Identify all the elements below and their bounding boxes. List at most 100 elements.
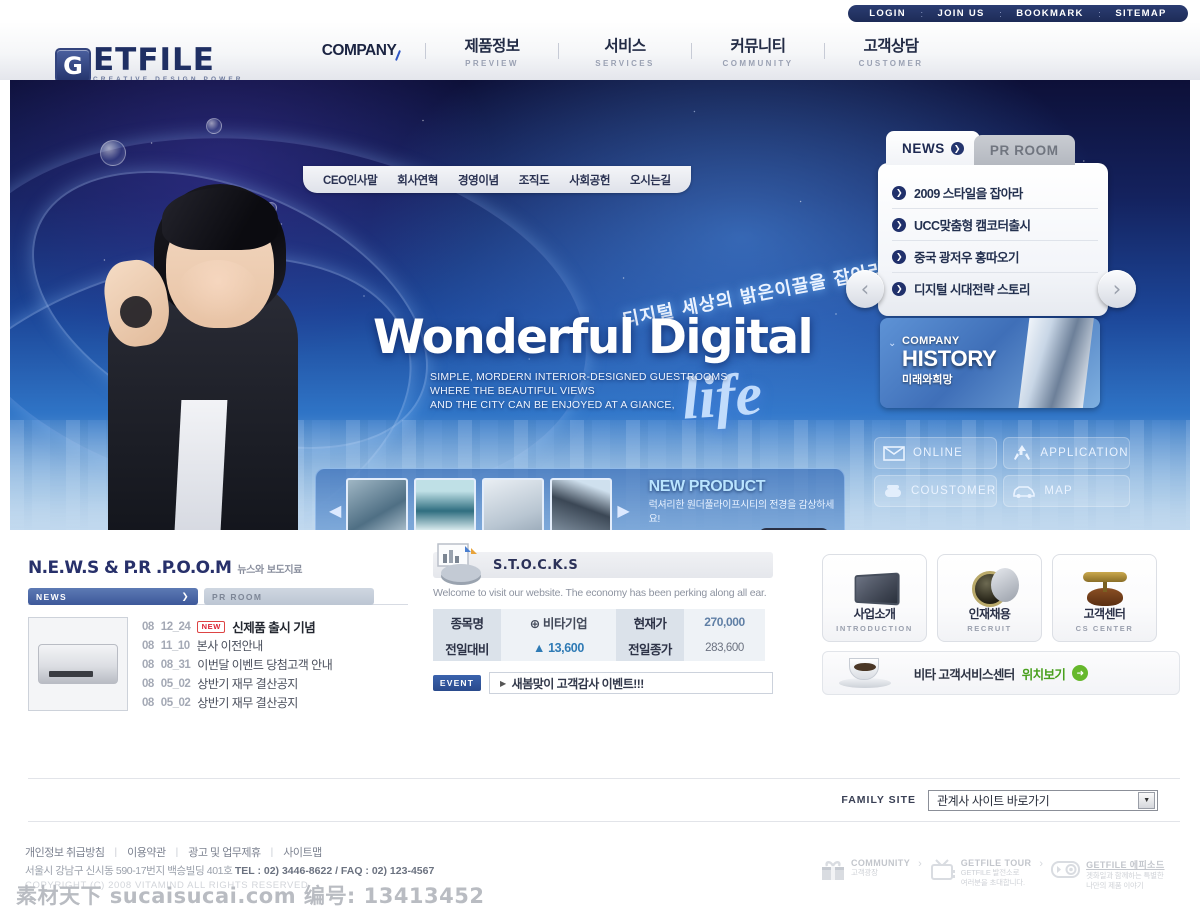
family-site-bar: FAMILY SITE 관계사 사이트 바로가기 ▼: [28, 778, 1180, 822]
new-product-prev-icon[interactable]: ◀: [324, 501, 346, 521]
news-item-year: 08: [142, 620, 154, 633]
news-item-text: 디지털 시대전략 스토리: [914, 283, 1030, 297]
news-panel-tab-news[interactable]: NEWS ❯: [886, 131, 980, 165]
footer-links: 개인정보 취급방침 | 이용약관 | 광고 및 업무제휴 | 사이트맵: [25, 844, 322, 860]
hero-quicklinks: ONLINE APPLICATION COUSTOMER MAP: [874, 437, 1130, 507]
stocks-value-name: ⊕ 비타기업: [501, 609, 616, 635]
stocks-table-row: 종목명 ⊕ 비타기업 현재가 270,000: [433, 609, 765, 635]
hero-prev-button[interactable]: ‹: [846, 270, 884, 308]
site-header: G ETFILE CREATIVE DESIGN POWER COMPANY 제…: [0, 22, 1200, 83]
main-content: N.E.W.S & P.R .P.O.O.M 뉴스와 보도지료 NEWS ❯ PR…: [0, 543, 1200, 778]
news-item-title: 상반기 재무 결산공지: [197, 677, 298, 691]
quicklink-coustomer[interactable]: COUSTOMER: [874, 475, 998, 507]
compass-icon: [938, 567, 1041, 611]
quick-card-label-en: CS CENTER: [1075, 624, 1134, 633]
service-center-banner[interactable]: 비타 고객서비스센터 위치보기 ➜: [822, 651, 1180, 696]
footer-promo-line-1: 고객광장: [851, 868, 878, 877]
nav-item-company[interactable]: COMPANY: [295, 42, 423, 61]
event-row: EVENT ▶ 새봄맞이 고객감사 이벤트!!!: [433, 672, 773, 694]
news-pr-tab-news[interactable]: NEWS ❯: [28, 588, 198, 605]
subnav-item-ceo-greeting[interactable]: CEO인사말: [323, 172, 378, 188]
news-panel-item[interactable]: ❯ 중국 광저우 홍따오기: [892, 241, 1098, 273]
history-card-big-label: HISTORY: [902, 346, 997, 371]
footer-link-separator: |: [114, 846, 118, 858]
stocks-label-prev-close: 전일종가: [615, 635, 684, 661]
new-product-next-icon[interactable]: ▶: [612, 501, 634, 521]
hero-next-button[interactable]: ›: [1098, 270, 1136, 308]
news-panel-item[interactable]: ❯ 2009 스타일을 잡아라: [892, 177, 1098, 209]
subnav-item-directions[interactable]: 오시는길: [630, 172, 671, 188]
product-thumbnail[interactable]: [414, 478, 477, 530]
global-navigation: COMPANY 제품정보 PREVIEW 서비스 SERVICES 커뮤니티 C…: [295, 22, 955, 80]
new-product-thumbnails: [346, 478, 613, 530]
product-thumbnail[interactable]: [550, 478, 613, 530]
nav-item-community[interactable]: 커뮤니티 COMMUNITY: [694, 34, 822, 68]
site-logo[interactable]: G ETFILE CREATIVE DESIGN POWER: [55, 45, 244, 83]
new-product-strip: ◀ ▶ NEW PRODUCT 럭셔리한 원더풀라이프시티의 전경을 감상하세요…: [315, 468, 845, 530]
arrow-right-icon: ➜: [1072, 665, 1089, 681]
utility-link-join-us[interactable]: JOIN US: [938, 8, 985, 19]
sub-navigation: CEO인사말 회사연혁 경영이념 조직도 사회공헌 오시는길: [303, 166, 691, 193]
quick-card-recruit[interactable]: 인재채용 RECRUIT: [937, 554, 1042, 642]
news-item-date: 05_02: [160, 696, 191, 709]
new-product-go-button[interactable]: — GO: [758, 528, 830, 530]
subnav-item-social-contribution[interactable]: 사회공헌: [569, 172, 610, 188]
footer-promo-community[interactable]: COMMUNITY 고객광장: [820, 858, 910, 882]
utility-link-sitemap[interactable]: SITEMAP: [1115, 8, 1166, 19]
news-panel-item[interactable]: ❯ UCC맞춤형 캠코터출시: [892, 209, 1098, 241]
news-list-item[interactable]: 08 08_31 이번달 이벤트 당첨고객 안내: [142, 655, 408, 674]
device-icon: [823, 567, 926, 611]
subnav-item-management-philosophy[interactable]: 경영이념: [458, 172, 499, 188]
news-item-date: 11_10: [160, 639, 190, 652]
news-list-item[interactable]: 08 12_24 NEW 신제품 출시 기념: [142, 617, 408, 636]
news-item-year: 08: [142, 658, 154, 671]
telephone-icon: [885, 485, 901, 497]
chevron-right-icon: ❯: [181, 591, 190, 601]
utility-link-bookmark[interactable]: BOOKMARK: [1016, 8, 1083, 19]
news-pr-tab-pr-room[interactable]: PR ROOM: [204, 588, 374, 605]
nav-label-ko: 제품정보: [464, 38, 520, 55]
company-history-card[interactable]: ⌄ COMPANY HISTORY 미래와희망: [880, 318, 1100, 408]
event-badge: EVENT: [433, 675, 481, 691]
product-thumbnail[interactable]: [346, 478, 409, 530]
footer-link-privacy[interactable]: 개인정보 취급방침: [25, 844, 105, 860]
tv-icon: [930, 859, 955, 880]
tab-label: NEWS: [36, 591, 68, 602]
nav-item-product-info[interactable]: 제품정보 PREVIEW: [428, 34, 556, 68]
event-text: 새봄맞이 고객감사 이벤트!!!: [511, 676, 645, 691]
event-banner[interactable]: ▶ 새봄맞이 고객감사 이벤트!!!: [489, 672, 773, 694]
footer-link-advertising[interactable]: 광고 및 업무제휴: [188, 844, 261, 860]
news-panel-tab-pr-room[interactable]: PR ROOM: [973, 135, 1075, 165]
subnav-item-org-chart[interactable]: 조직도: [519, 172, 550, 188]
subnav-item-company-history[interactable]: 회사연혁: [397, 172, 438, 188]
news-list-item[interactable]: 08 05_02 상반기 재무 결산공지: [142, 693, 408, 712]
footer-promo-getfile-tour[interactable]: GETFILE TOUR GETFILE 발전소로 여러분을 초대합니다.: [930, 858, 1032, 888]
footer-promo-title: GETFILE 에피소드: [1086, 858, 1164, 871]
news-panel-item[interactable]: ❯ 디지털 시대전략 스토리: [892, 273, 1098, 304]
quicklink-map[interactable]: MAP: [1003, 475, 1130, 507]
telephone-body: [1082, 572, 1127, 606]
stocks-label-current-price: 현재가: [615, 609, 684, 635]
quick-card-cs-center[interactable]: 고객센터 CS CENTER: [1052, 554, 1157, 642]
triangle-right-icon: ▶: [500, 678, 506, 688]
history-card-text: COMPANY HISTORY 미래와희망: [902, 335, 997, 387]
new-product-title: NEW PRODUCT: [648, 478, 766, 495]
news-thumbnail[interactable]: [28, 617, 128, 711]
chevron-down-icon: ▼: [1138, 791, 1155, 809]
family-site-select[interactable]: 관계사 사이트 바로가기 ▼: [928, 789, 1158, 811]
stocks-company: 비타기업: [542, 616, 588, 631]
footer-promo-getfile-episode[interactable]: GETFILE 에피소드 겟화일과 함께하는 특별한 나만의 제품 이야기: [1051, 858, 1164, 891]
quicklink-online[interactable]: ONLINE: [874, 437, 998, 469]
news-list-item[interactable]: 08 11_10 본사 이전안내: [142, 636, 408, 655]
nav-item-customer[interactable]: 고객상담 CUSTOMER: [827, 34, 955, 68]
footer-link-terms[interactable]: 이용약관: [127, 844, 166, 860]
quick-card-introduction[interactable]: 사업소개 INTRODUCTION: [822, 554, 927, 642]
nav-item-services[interactable]: 서비스 SERVICES: [561, 34, 689, 68]
news-list-item[interactable]: 08 05_02 상반기 재무 결산공지: [142, 674, 408, 693]
utility-link-login[interactable]: LOGIN: [869, 8, 906, 19]
quicklink-application[interactable]: APPLICATION: [1003, 437, 1130, 469]
footer-link-sitemap[interactable]: 사이트맵: [283, 844, 322, 860]
news-item-date: 08_31: [160, 658, 191, 671]
product-thumbnail[interactable]: [482, 478, 545, 530]
hero-model-photo: [70, 110, 330, 530]
